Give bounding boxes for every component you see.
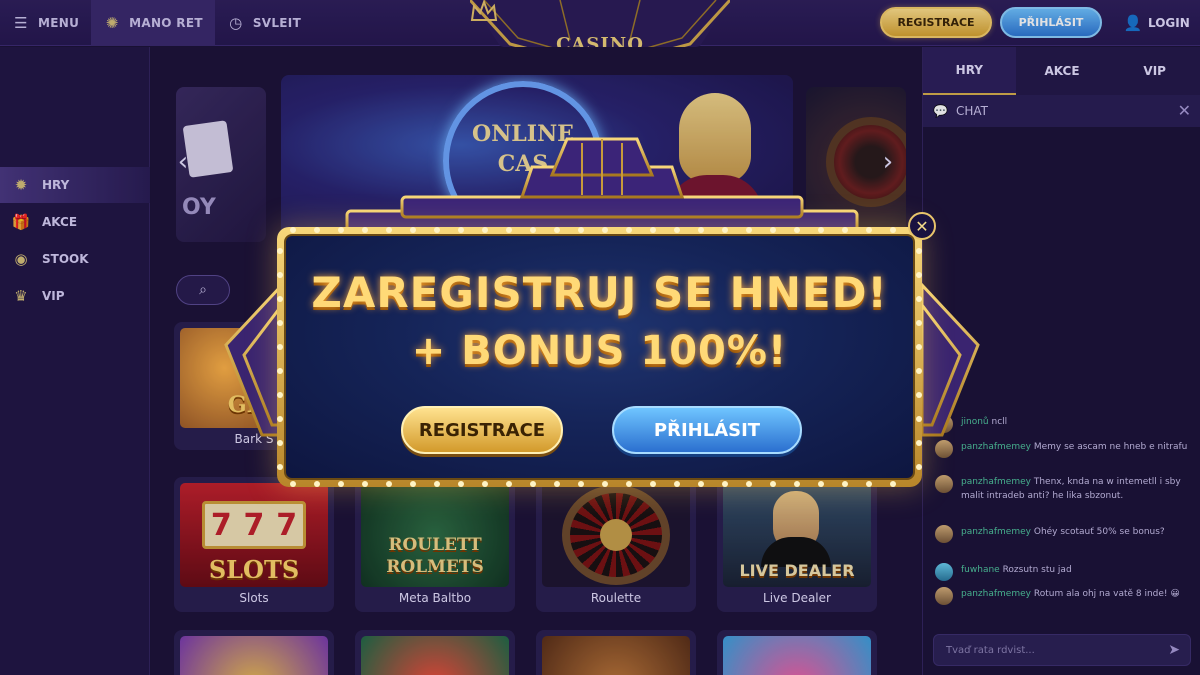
promo-bonus-text: + BONUS 100%! [411, 328, 788, 374]
promo-headline: ZAREGISTRUJ SE HNED! [311, 268, 888, 317]
modal-close-button[interactable]: ✕ [908, 212, 936, 240]
promo-modal: ZAREGISTRUJ SE HNED! + BONUS 100%! REGIS… [222, 135, 982, 505]
close-icon: ✕ [915, 216, 929, 236]
promo-frame: ZAREGISTRUJ SE HNED! + BONUS 100%! REGIS… [277, 227, 922, 487]
promo-panel: ZAREGISTRUJ SE HNED! + BONUS 100%! REGIS… [284, 234, 915, 480]
modal-login-button[interactable]: PŘIHLÁSIT [612, 406, 802, 454]
modal-register-button[interactable]: REGISTRACE [401, 406, 563, 454]
